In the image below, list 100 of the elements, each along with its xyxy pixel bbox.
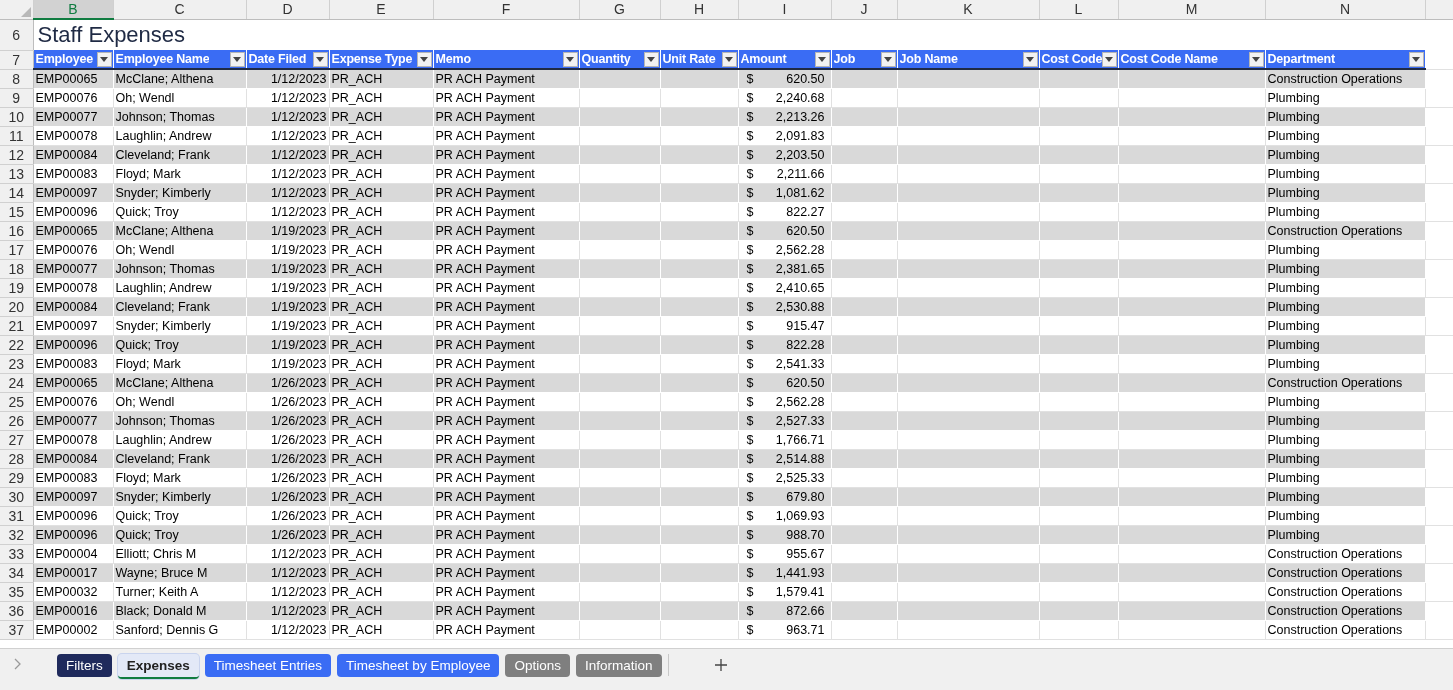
filter-button[interactable]: [1022, 51, 1038, 67]
column-letter[interactable]: F: [433, 0, 579, 19]
table-cell: Plumbing: [1267, 452, 1320, 466]
amount-value: 2,203.50: [775, 147, 825, 164]
column-letter[interactable]: I: [738, 0, 831, 19]
sheet-tab[interactable]: Options: [505, 654, 570, 677]
table-cell: 1/12/2023: [270, 72, 327, 86]
table-cell: Johnson; Thomas: [115, 110, 215, 124]
table-cell: EMP00097: [35, 186, 98, 200]
filter-button[interactable]: [416, 51, 432, 67]
table-cell: 1/26/2023: [270, 528, 327, 542]
table-cell: Quick; Troy: [115, 338, 179, 352]
currency-symbol: $: [746, 413, 754, 430]
currency-symbol: $: [746, 109, 754, 126]
filter-button[interactable]: [880, 51, 896, 67]
filter-button[interactable]: [312, 51, 328, 67]
filter-button[interactable]: [643, 51, 659, 67]
table-cell: Floyd; Mark: [115, 357, 181, 371]
currency-symbol: $: [746, 242, 754, 259]
table-cell: PR_ACH: [331, 129, 383, 143]
table-cell: EMP00065: [35, 376, 98, 390]
table-cell: PR_ACH: [331, 243, 383, 257]
table-cell: EMP00016: [35, 604, 98, 618]
amount-value: 2,527.33: [775, 413, 825, 430]
filter-button[interactable]: [814, 51, 830, 67]
filter-button[interactable]: [562, 51, 578, 67]
filter-button[interactable]: [1408, 51, 1424, 67]
currency-symbol: $: [746, 394, 754, 411]
add-sheet-icon[interactable]: [714, 659, 727, 671]
amount-value: 2,240.68: [775, 90, 825, 107]
table-cell: 1/19/2023: [270, 281, 327, 295]
column-letter[interactable]: J: [831, 0, 897, 19]
table-cell: Laughlin; Andrew: [115, 129, 212, 143]
amount-value: 2,530.88: [775, 299, 825, 316]
table-cell: PR ACH Payment: [435, 338, 535, 352]
column-letter[interactable]: E: [329, 0, 433, 19]
table-cell: EMP00076: [35, 91, 98, 105]
column-letter[interactable]: H: [660, 0, 738, 19]
table-cell: Snyder; Kimberly: [115, 490, 211, 504]
caret-icon: [316, 56, 324, 62]
caret-icon: [100, 56, 108, 62]
table-cell: Floyd; Mark: [115, 167, 181, 181]
header-label: Job: [833, 51, 856, 67]
column-letter[interactable]: C: [113, 0, 246, 19]
table-cell: EMP00076: [35, 395, 98, 409]
table-cell: Plumbing: [1267, 490, 1320, 504]
table-cell: Plumbing: [1267, 262, 1320, 276]
table-cell: Plumbing: [1267, 338, 1320, 352]
table-cell: PR ACH Payment: [435, 509, 535, 523]
table-cell: EMP00096: [35, 205, 98, 219]
table-cell: Quick; Troy: [115, 509, 179, 523]
table-cell: 1/19/2023: [270, 300, 327, 314]
table-cell: Floyd; Mark: [115, 471, 181, 485]
table-cell: PR_ACH: [331, 509, 383, 523]
column-letter[interactable]: D: [246, 0, 329, 19]
caret-icon: [1412, 56, 1420, 62]
table-cell: Plumbing: [1267, 471, 1320, 485]
table-cell: Plumbing: [1267, 300, 1320, 314]
filter-button[interactable]: [1101, 51, 1117, 67]
filter-button[interactable]: [721, 51, 737, 67]
table-cell: PR_ACH: [331, 300, 383, 314]
table-cell: EMP00002: [35, 623, 98, 637]
table-cell: Construction Operations: [1267, 585, 1403, 599]
table-cell: PR_ACH: [331, 110, 383, 124]
header-label: Cost Code Name: [1120, 51, 1218, 67]
caret-icon: [647, 56, 655, 62]
sheet-tab[interactable]: Filters: [57, 654, 112, 677]
currency-symbol: $: [746, 565, 754, 582]
table-cell: EMP00084: [35, 452, 98, 466]
filter-button[interactable]: [1248, 51, 1264, 67]
table-cell: 1/26/2023: [270, 376, 327, 390]
filter-button[interactable]: [229, 51, 245, 67]
amount-value: 1,081.62: [775, 185, 825, 202]
sheet-tab[interactable]: Timesheet Entries: [204, 654, 332, 677]
column-letter[interactable]: G: [579, 0, 660, 19]
table-cell: Snyder; Kimberly: [115, 319, 211, 333]
table-cell: 1/26/2023: [270, 433, 327, 447]
header-label: Date Filed: [248, 51, 307, 67]
table-cell: PR ACH Payment: [435, 91, 535, 105]
table-cell: Plumbing: [1267, 395, 1320, 409]
sheet-tab[interactable]: Information: [575, 654, 662, 677]
column-letter[interactable]: N: [1265, 0, 1425, 19]
header-label: Quantity: [581, 51, 631, 67]
table-cell: 1/19/2023: [270, 262, 327, 276]
sheet-tab[interactable]: Timesheet by Employee: [337, 654, 500, 677]
table-cell: PR ACH Payment: [435, 357, 535, 371]
table-cell: Construction Operations: [1267, 566, 1403, 580]
column-letter[interactable]: K: [897, 0, 1039, 19]
column-letter[interactable]: M: [1118, 0, 1265, 19]
currency-symbol: $: [746, 584, 754, 601]
table-cell: PR_ACH: [331, 357, 383, 371]
header-label: Unit Rate: [662, 51, 716, 67]
table-cell: 1/12/2023: [270, 623, 327, 637]
amount-value: 1,069.93: [775, 508, 825, 525]
column-letter[interactable]: L: [1039, 0, 1118, 19]
table-cell: EMP00004: [35, 547, 98, 561]
table-cell: Oh; Wendl: [115, 395, 175, 409]
table-cell: Johnson; Thomas: [115, 262, 215, 276]
filter-button[interactable]: [96, 51, 112, 67]
sheet-tab[interactable]: Expenses: [117, 654, 199, 679]
